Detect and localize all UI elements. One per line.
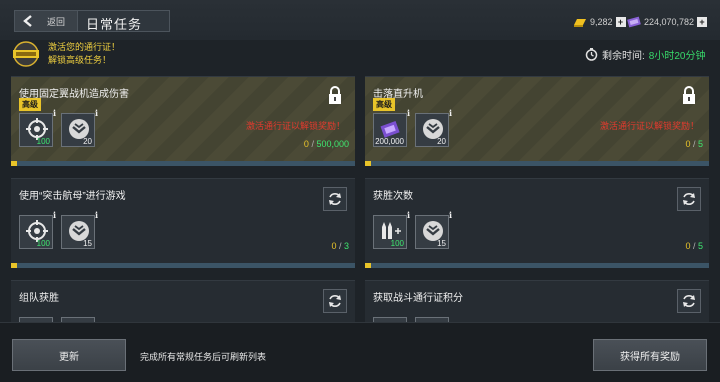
reward-count: 100 (36, 137, 50, 146)
refresh-hint: 完成所有常规任务后可刷新列表 (140, 352, 267, 362)
reward-count: 20 (83, 137, 92, 146)
back-label: 返回 (47, 16, 66, 27)
task-progress: 0 / 5 (685, 241, 703, 251)
info-icon[interactable]: i (407, 108, 410, 118)
refresh-task-button[interactable] (677, 289, 701, 313)
reward-slot[interactable]: i 100 (19, 108, 56, 147)
refresh-task-button[interactable] (677, 187, 701, 211)
reward-count: 100 (390, 239, 404, 248)
refresh-icon (329, 295, 341, 307)
progress-bar (365, 161, 709, 166)
info-icon[interactable]: i (53, 108, 56, 118)
lock-icon (329, 86, 341, 104)
refresh-list-button[interactable]: 更新 (12, 339, 126, 371)
progress-fill (365, 263, 371, 268)
gold-bar-icon (574, 19, 586, 27)
info-icon[interactable]: i (95, 108, 98, 118)
progress-fill (365, 161, 371, 166)
credits-amount: 224,070,782 (644, 17, 695, 27)
credits-currency: 224,070,782 + (626, 14, 708, 30)
timer-label: 剩余时间: (602, 51, 645, 62)
pass-line-2: 解锁高级任务！ (48, 55, 112, 65)
reward-count: 15 (83, 239, 92, 248)
task-name: 获取战斗通行证积分 (373, 293, 463, 304)
reward-slot[interactable]: i 20 (415, 108, 452, 147)
refresh-task-button[interactable] (323, 289, 347, 313)
refresh-icon (683, 193, 695, 205)
reward-slot[interactable]: i 100 (19, 210, 56, 249)
info-icon[interactable]: i (53, 210, 56, 220)
premium-tag: 高级 (19, 98, 41, 111)
reward-count: 20 (437, 137, 446, 146)
reward-count: 200,000 (375, 137, 404, 146)
reward-slot[interactable]: i 15 (61, 210, 98, 249)
add-gold-button[interactable]: + (615, 17, 626, 27)
refresh-task-button[interactable] (323, 187, 347, 211)
back-button[interactable]: 返回 (14, 10, 78, 32)
gold-amount: 9,282 (590, 17, 613, 27)
task-name: 获胜次数 (373, 191, 413, 202)
claim-all-rewards-button[interactable]: 获得所有奖励 (593, 339, 707, 371)
task-name: 使用“突击航母”进行游戏 (19, 191, 126, 202)
ticket-icon (627, 16, 641, 28)
task-card-win-count[interactable]: 获胜次数 i 100 i 15 0 / 5 (365, 178, 709, 268)
battle-pass-badge-icon[interactable] (10, 40, 42, 68)
task-card-play-assault-carrier[interactable]: 使用“突击航母”进行游戏 i 100 i 15 0 / 3 (11, 178, 355, 268)
refresh-icon (683, 295, 695, 307)
reward-count: 15 (437, 239, 446, 248)
task-progress: 0 / 500,000 (303, 139, 349, 149)
pass-promo-text[interactable]: 激活您的通行证！ 解锁高级任务！ (48, 41, 120, 67)
progress-bar (11, 263, 355, 268)
unlock-message: 激活通行证以解锁奖励！ (599, 121, 699, 131)
info-icon[interactable]: i (449, 210, 452, 220)
task-progress: 0 / 5 (685, 139, 703, 149)
progress-total: 500,000 (316, 139, 349, 149)
gold-currency: 9,282 + (572, 14, 626, 30)
add-credits-button[interactable]: + (697, 17, 708, 27)
reward-slot[interactable]: i 200,000 (373, 108, 410, 147)
bottom-bar: 更新 完成所有常规任务后可刷新列表 获得所有奖励 (0, 322, 720, 382)
top-bar: 返回 日常任务 9,282 + 224,070,782 + (0, 0, 720, 40)
progress-fill (11, 263, 17, 268)
reward-count: 100 (36, 239, 50, 248)
info-icon[interactable]: i (407, 210, 410, 220)
progress-fill (11, 161, 17, 166)
progress-total: 5 (697, 139, 703, 149)
unlock-message: 激活通行证以解锁奖励！ (245, 121, 345, 131)
task-progress: 0 / 3 (331, 241, 349, 251)
task-card-shoot-down-helicopter[interactable]: 击落直升机 高级 激活通行证以解锁奖励！ i 200,000 i 20 0 / … (365, 76, 709, 166)
progress-total: 3 (343, 241, 349, 251)
premium-tag: 高级 (373, 98, 395, 111)
reward-slot[interactable]: i 20 (61, 108, 98, 147)
task-card-fixed-wing-damage[interactable]: 使用固定翼战机造成伤害 高级 激活通行证以解锁奖励！ i 100 i 20 0 … (11, 76, 355, 166)
progress-total: 5 (697, 241, 703, 251)
reward-slot[interactable]: i 15 (415, 210, 452, 249)
progress-bar (365, 263, 709, 268)
refresh-icon (329, 193, 341, 205)
task-name: 组队获胜 (19, 293, 59, 304)
pass-line-1: 激活您的通行证！ (48, 42, 121, 52)
lock-icon (683, 86, 695, 104)
progress-bar (11, 161, 355, 166)
page-title: 日常任务 (78, 10, 170, 32)
back-arrow-icon (23, 15, 32, 27)
time-remaining: 剩余时间: 8小时20分钟 (585, 47, 705, 62)
info-icon[interactable]: i (449, 108, 452, 118)
info-icon[interactable]: i (95, 210, 98, 220)
reward-slot[interactable]: i 100 (373, 210, 410, 249)
timer-icon (585, 48, 598, 61)
timer-value: 8小时20分钟 (648, 51, 706, 62)
